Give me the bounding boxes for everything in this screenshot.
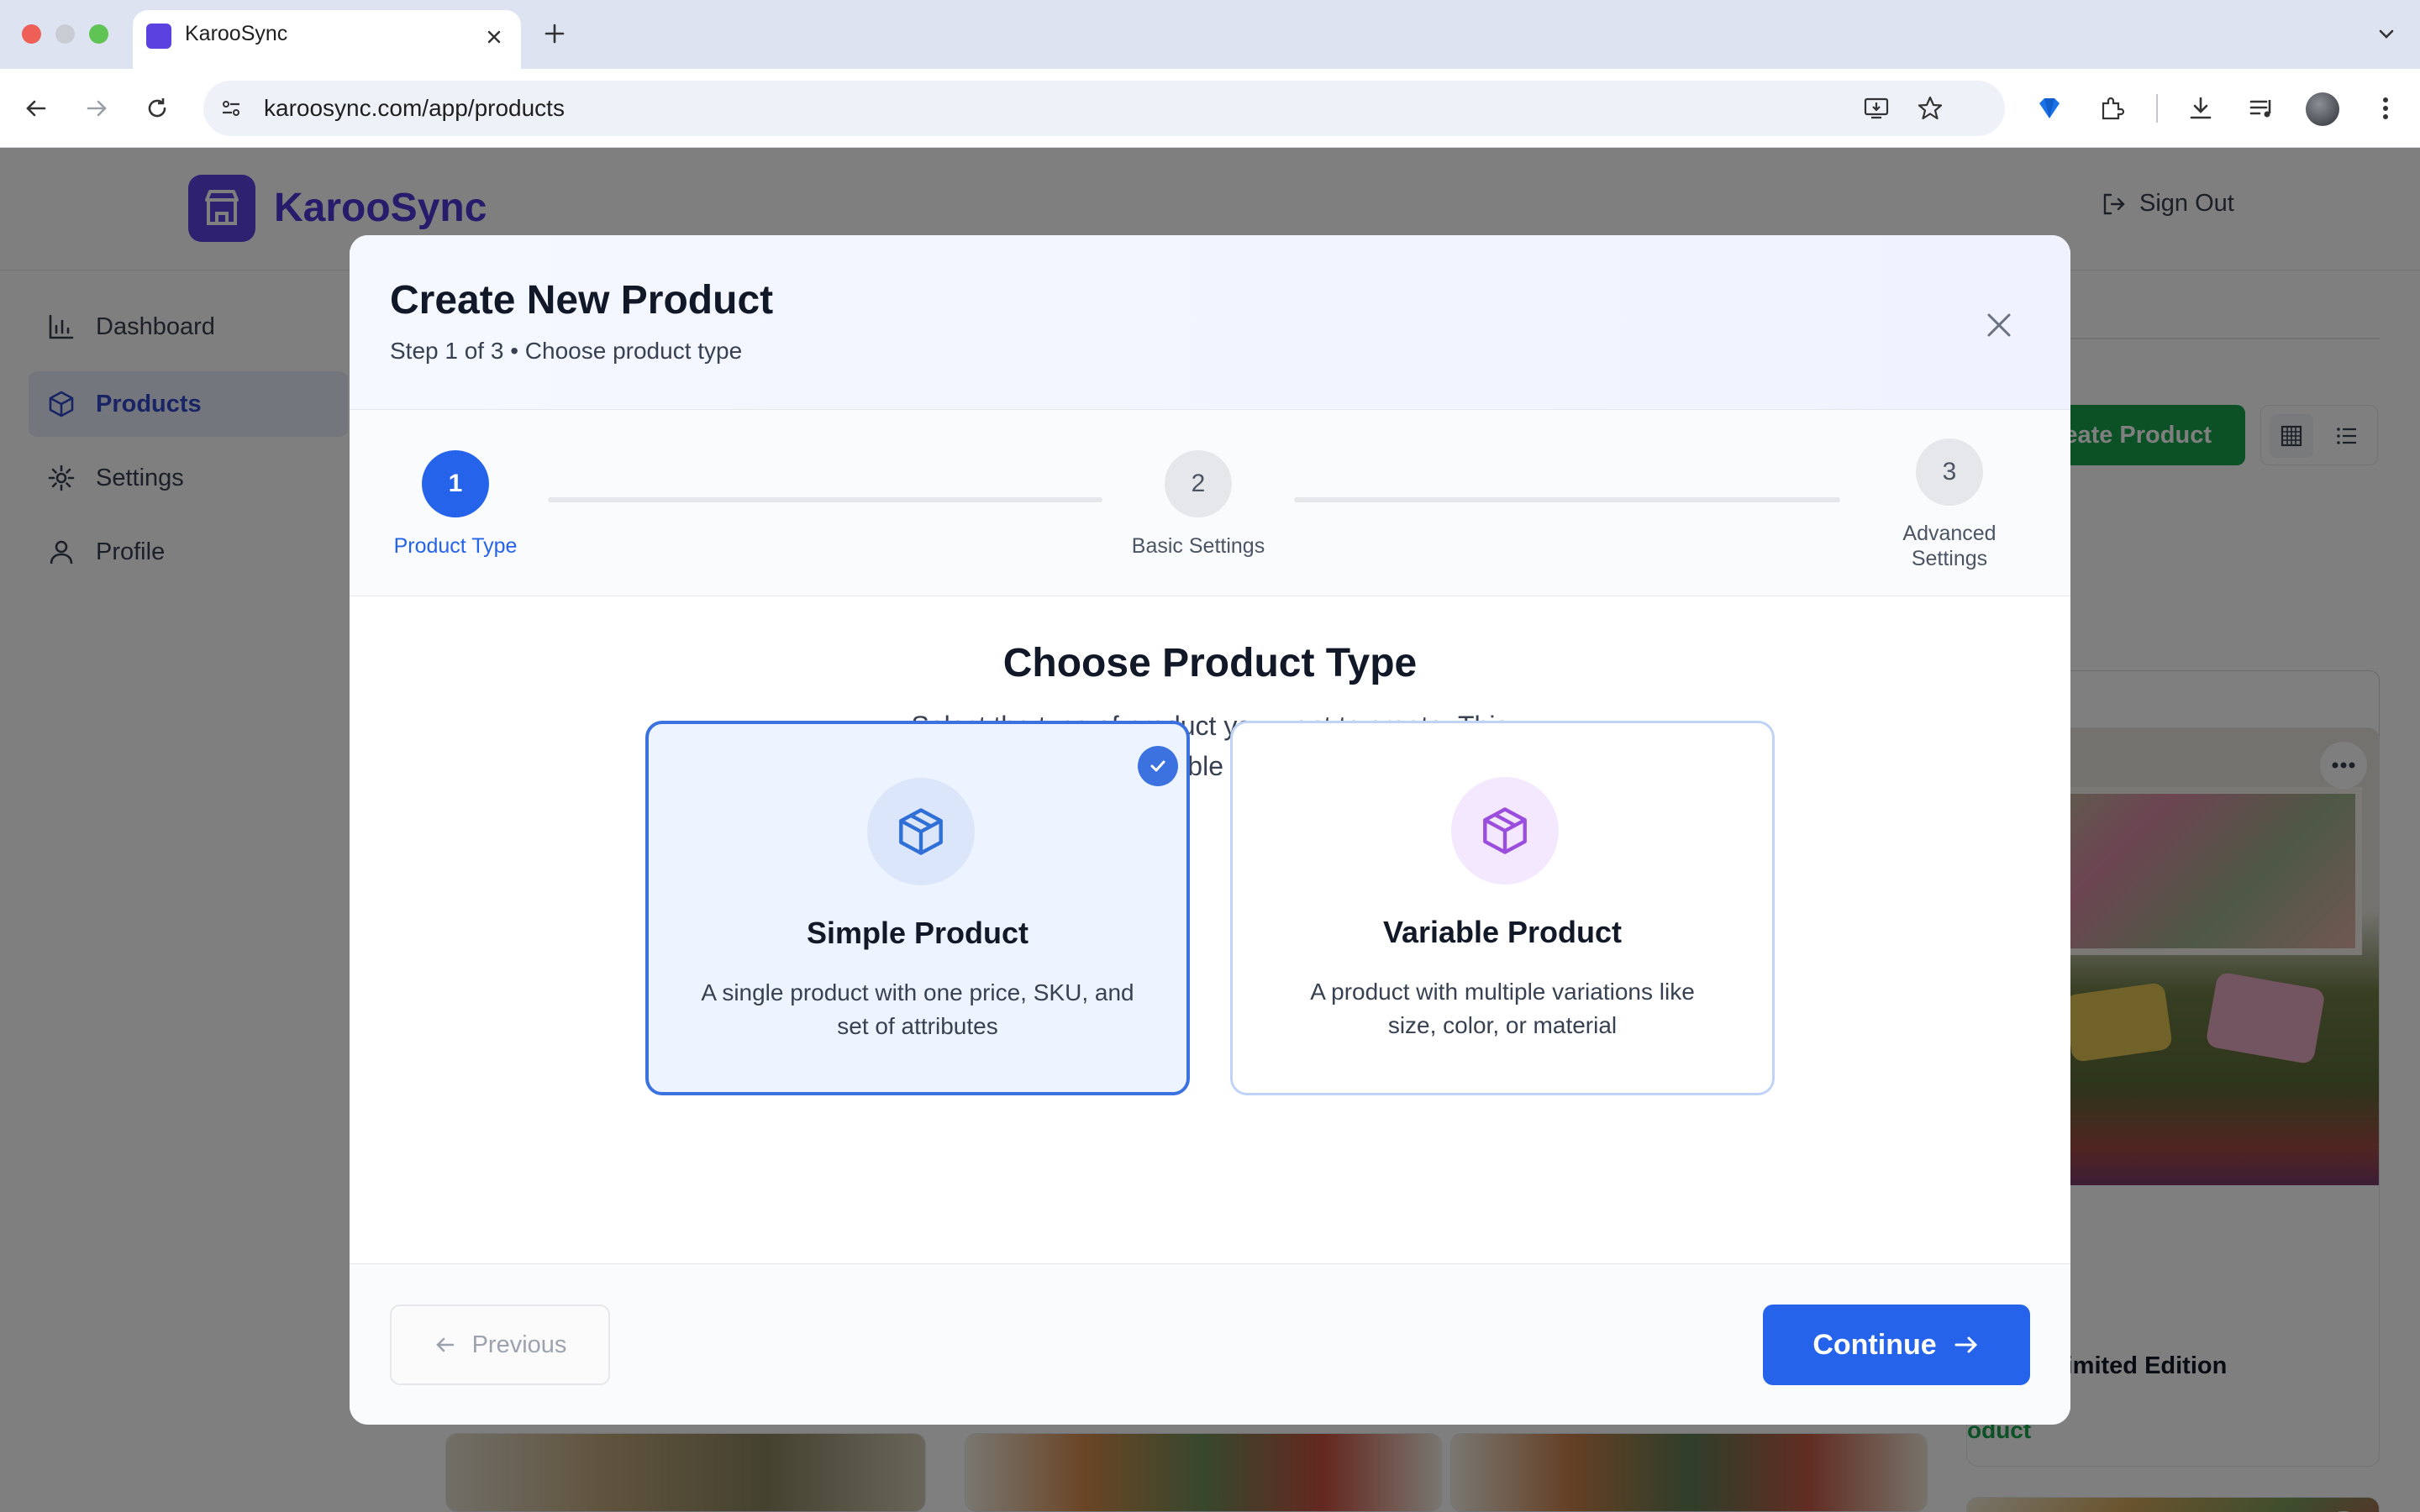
progress-stepper: 1 Product Type 2 Basic Settings 3 Advanc…: [350, 410, 2070, 596]
variable-product-option[interactable]: Variable Product A product with multiple…: [1230, 721, 1775, 1095]
back-icon[interactable]: [18, 91, 54, 126]
browser-tab-bar: KarooSync: [0, 0, 2420, 69]
minimize-window-button[interactable]: [55, 24, 75, 44]
step-3-indicator[interactable]: 3: [1916, 438, 1983, 506]
create-product-modal: Create New Product Step 1 of 3 • Choose …: [350, 235, 2070, 1425]
close-window-button[interactable]: [22, 24, 41, 44]
option-description: A single product with one price, SKU, an…: [701, 979, 1134, 1039]
site-info-icon[interactable]: [215, 92, 247, 124]
extensions-puzzle-icon[interactable]: [2094, 91, 2129, 126]
forward-icon[interactable]: [79, 91, 114, 126]
tab-close-icon[interactable]: [479, 22, 509, 52]
tab-title: KarooSync: [185, 22, 288, 45]
modal-close-icon[interactable]: [1978, 304, 2020, 346]
extension-diamond-icon[interactable]: [2032, 91, 2067, 126]
section-heading: Choose Product Type: [1002, 641, 1418, 685]
browser-toolbar: karoosync.com/app/products: [0, 69, 2420, 148]
modal-footer: Previous Continue: [350, 1263, 2070, 1425]
modal-title: Create New Product: [390, 278, 774, 323]
simple-product-box-icon: [867, 778, 975, 885]
browser-tab[interactable]: KarooSync: [133, 10, 521, 69]
new-tab-button[interactable]: [538, 17, 571, 50]
modal-body: Choose Product Type Select the type of p…: [350, 596, 2070, 1263]
step-1-label: Product Type: [393, 534, 518, 558]
continue-label: Continue: [1812, 1328, 1937, 1361]
option-title: Variable Product: [1382, 915, 1623, 949]
step-2-label: Basic Settings: [1131, 534, 1265, 558]
step-1-indicator[interactable]: 1: [422, 450, 489, 517]
option-description: A product with multiple variations like …: [1310, 979, 1695, 1038]
media-controls-icon[interactable]: [2244, 91, 2279, 126]
tab-favicon-icon: [146, 24, 171, 49]
modal-header: Create New Product Step 1 of 3 • Choose …: [350, 235, 2070, 410]
option-title: Simple Product: [806, 916, 1029, 950]
download-icon[interactable]: [2183, 91, 2218, 126]
step-3-label: Advanced Settings: [1902, 522, 1996, 570]
simple-product-option[interactable]: Simple Product A single product with one…: [645, 721, 1190, 1095]
step-connector: [548, 497, 1102, 502]
install-app-icon[interactable]: [1860, 92, 1892, 124]
arrow-right-icon: [1952, 1331, 1981, 1359]
selected-check-icon: [1138, 746, 1178, 786]
previous-button[interactable]: Previous: [390, 1305, 610, 1385]
continue-button[interactable]: Continue: [1763, 1305, 2030, 1385]
variable-product-box-icon: [1451, 777, 1559, 885]
profile-avatar[interactable]: [2306, 92, 2339, 126]
maximize-window-button[interactable]: [89, 24, 108, 44]
tab-search-chevron-icon[interactable]: [2370, 17, 2403, 50]
browser-menu-icon[interactable]: [2368, 91, 2403, 126]
previous-label: Previous: [471, 1331, 567, 1358]
step-2-indicator[interactable]: 2: [1165, 450, 1232, 517]
reload-icon[interactable]: [139, 91, 175, 126]
modal-subtitle: Step 1 of 3 • Choose product type: [390, 338, 743, 364]
url-text: karoosync.com/app/products: [264, 95, 565, 121]
arrow-left-icon: [434, 1333, 457, 1357]
toolbar-divider: [2156, 94, 2158, 123]
bookmark-star-icon[interactable]: [1914, 92, 1946, 124]
step-connector: [1294, 497, 1840, 502]
address-bar[interactable]: karoosync.com/app/products: [203, 81, 2005, 136]
